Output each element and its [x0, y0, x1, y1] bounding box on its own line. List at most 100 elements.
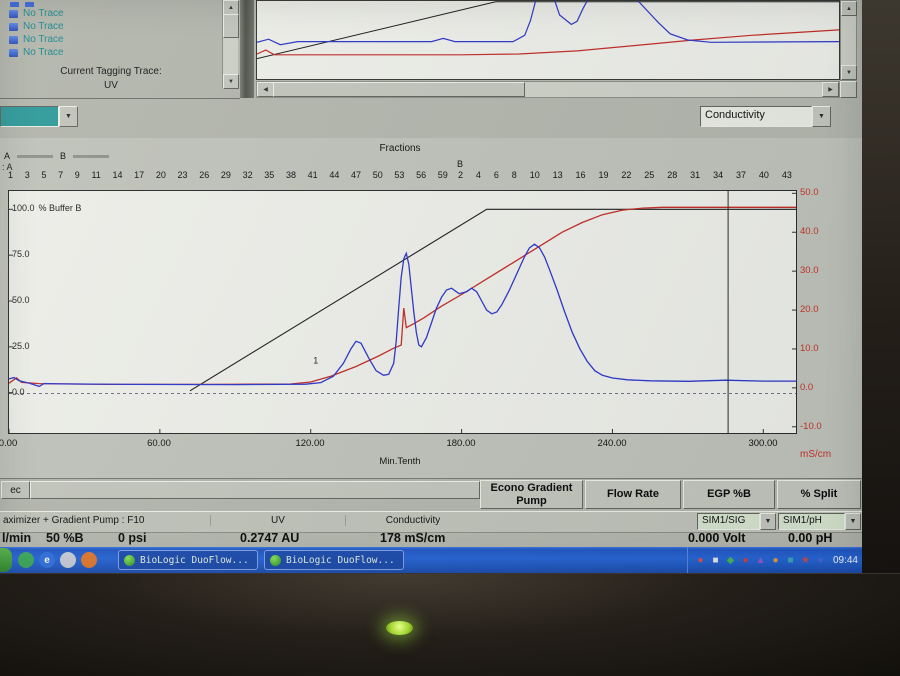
right-tick: 0.0	[800, 382, 814, 393]
tray-icon[interactable]: ★	[799, 554, 812, 567]
quick-launch-icon[interactable]	[81, 552, 97, 568]
sim1-ph-combo[interactable]: SIM1/pH ▼	[778, 513, 861, 530]
header-percent-split[interactable]: % Split	[777, 480, 861, 509]
device-uv-label: UV	[210, 515, 345, 526]
fraction-number: 56	[416, 170, 427, 180]
series-buffer-b-gradient	[189, 208, 796, 392]
left-tick-75: 75.0	[12, 249, 30, 259]
value-pressure: 0 psi	[118, 531, 147, 545]
device-conductivity-label: Conductivity	[345, 515, 480, 526]
status-panel: ec Econo Gradient Pump Flow Rate EGP %B …	[0, 478, 862, 548]
trace-list-scrollbar[interactable]: ▲ ▼	[222, 0, 239, 89]
fraction-number: 14	[112, 170, 123, 180]
conductivity-combo[interactable]: Conductivity ▼	[700, 106, 831, 127]
rack-b-label: B	[457, 159, 464, 169]
conductivity-combo-value[interactable]: Conductivity	[700, 106, 812, 127]
trace-list-item[interactable]: No Trace	[0, 46, 222, 59]
right-axis-unit: mS/cm	[800, 449, 832, 460]
tray-icon[interactable]: ■	[709, 554, 722, 567]
trace-select-combo[interactable]: ▼	[0, 106, 78, 127]
trace-list: No Trace No Trace No Trace No Trace	[0, 0, 222, 60]
scrollbar-corner	[840, 81, 857, 98]
tagging-value: UV	[104, 80, 118, 91]
trace-type-icon	[9, 48, 18, 57]
value-percent-b: 50 %B	[46, 531, 84, 545]
fraction-numbers-rack-a: 1 3 5 7 9 11 14 17 20 23 26 29 32 35 38 41 44 47 50 53 56 59	[8, 170, 448, 180]
value-flow-unit: l/min	[2, 531, 32, 545]
scroll-down-button[interactable]: ▼	[223, 74, 239, 89]
left-tick-25: 25.0	[12, 341, 30, 351]
tray-icon[interactable]: ◆	[724, 554, 737, 567]
chart-title: Fractions	[379, 143, 421, 154]
quick-launch-icon[interactable]	[18, 552, 34, 568]
main-chart-region: Fractions A B : A B 1 3 5 7 9 11 14 17 20 23 26 29 3…	[0, 138, 862, 478]
overview-plot-area[interactable]	[256, 0, 840, 80]
scrollbar-thumb[interactable]	[223, 14, 239, 38]
overview-vertical-scrollbar[interactable]: ▲ ▼	[840, 0, 857, 81]
tray-icon[interactable]: ▲	[754, 554, 767, 567]
trace-item-partial	[0, 0, 222, 7]
tray-icon[interactable]: ●	[769, 554, 782, 567]
taskbar-window-button[interactable]: BioLogic DuoFlow...	[118, 550, 258, 570]
scroll-up-button[interactable]: ▲	[841, 1, 857, 16]
scroll-down-button[interactable]: ▼	[841, 65, 857, 80]
header-flow-rate[interactable]: Flow Rate	[585, 480, 681, 509]
monitor-bottom-bezel	[0, 573, 900, 676]
sim1-sig-value[interactable]: SIM1/SIG	[697, 513, 760, 530]
trace-list-item[interactable]: No Trace	[0, 20, 222, 33]
sim1-sig-combo[interactable]: SIM1/SIG ▼	[697, 513, 776, 530]
monitor-right-bezel	[862, 0, 900, 573]
scrollbar-thumb[interactable]	[273, 82, 525, 97]
start-button[interactable]	[0, 548, 12, 572]
chevron-down-icon[interactable]: ▼	[812, 106, 831, 127]
fraction-number: 7	[58, 170, 64, 180]
window-button-label: BioLogic DuoFlow...	[140, 554, 249, 566]
chevron-down-icon[interactable]: ▼	[59, 106, 78, 127]
fraction-number: 19	[598, 170, 609, 180]
sim1-ph-value[interactable]: SIM1/pH	[778, 513, 845, 530]
header-econo-gradient-pump[interactable]: Econo Gradient Pump	[480, 480, 583, 509]
left-tick-0: 0.0	[12, 387, 25, 397]
legend-b-bar	[73, 154, 110, 158]
fraction-number: 28	[667, 170, 678, 180]
fraction-number: 26	[199, 170, 210, 180]
trace-list-item[interactable]: No Trace	[0, 33, 222, 46]
fraction-number: 2	[458, 170, 464, 180]
right-axis: 50.0 40.0 30.0 20.0 10.0 0.0 -10.0	[799, 187, 845, 432]
overview-horizontal-scrollbar[interactable]: ◀ ▶	[256, 81, 840, 98]
tray-icon[interactable]: ■	[784, 554, 797, 567]
fraction-number: 37	[735, 170, 746, 180]
fraction-number: 4	[475, 170, 481, 180]
trace-select-value[interactable]	[0, 106, 59, 127]
fraction-number: 25	[644, 170, 655, 180]
x-tick: 240.00	[597, 438, 627, 449]
window-button-label: BioLogic DuoFlow...	[286, 554, 395, 566]
header-egp-percent-b[interactable]: EGP %B	[683, 480, 775, 509]
rec-tab[interactable]: ec	[1, 481, 30, 499]
tray-icon[interactable]: ●	[814, 554, 827, 567]
fraction-number: 31	[690, 170, 701, 180]
taskbar-window-button[interactable]: BioLogic DuoFlow...	[264, 550, 404, 570]
chevron-down-icon[interactable]: ▼	[845, 513, 861, 530]
main-plot-area[interactable]: 1 100.0 % Buffer B 75.0 50.0 25.0 0.0	[8, 190, 797, 434]
fraction-number: 8	[511, 170, 517, 180]
scroll-up-button[interactable]: ▲	[223, 0, 239, 15]
scroll-left-button[interactable]: ◀	[257, 82, 274, 97]
chevron-down-icon[interactable]: ▼	[760, 513, 776, 530]
tray-icon[interactable]: ●	[739, 554, 752, 567]
trace-type-icon	[25, 2, 34, 7]
trace-item-label: No Trace	[23, 46, 64, 58]
trace-list-item[interactable]: No Trace	[0, 7, 222, 20]
right-tick: 30.0	[800, 265, 819, 276]
tray-icon[interactable]: ●	[694, 554, 707, 567]
scroll-right-button[interactable]: ▶	[822, 82, 839, 97]
quick-launch-icon[interactable]	[60, 552, 76, 568]
trace-item-label: No Trace	[23, 33, 64, 45]
system-tray: ● ■ ◆ ● ▲ ● ■ ★ ● 09:44	[686, 547, 862, 573]
fraction-legend: A B	[4, 151, 110, 161]
power-led	[386, 621, 413, 635]
fraction-number: 11	[91, 170, 101, 180]
ie-icon[interactable]: e	[39, 552, 55, 568]
x-tick: 60.00	[147, 438, 171, 449]
right-tick: 10.0	[800, 343, 819, 354]
